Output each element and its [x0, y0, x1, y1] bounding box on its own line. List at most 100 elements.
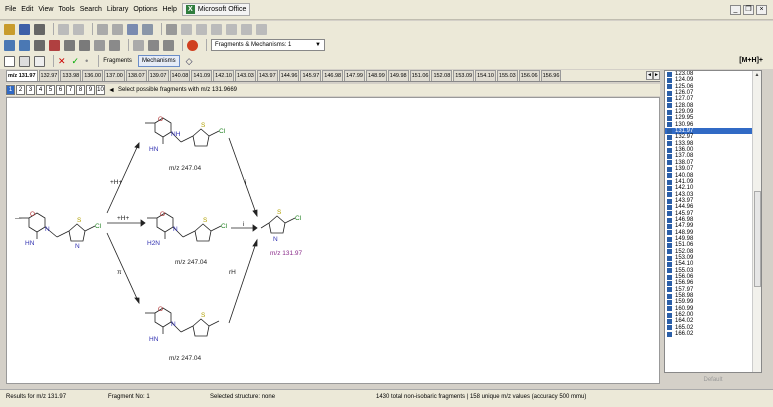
- tab-mz[interactable]: 137.00: [104, 70, 125, 81]
- fragment-number-button[interactable]: 8: [76, 85, 85, 95]
- scroll-up-icon[interactable]: ▲: [753, 71, 761, 79]
- tab-mz[interactable]: 141.09: [191, 70, 213, 81]
- layout-icon[interactable]: [148, 39, 159, 51]
- color-icon[interactable]: [187, 39, 198, 51]
- select-fragment-icon[interactable]: ◄: [108, 87, 115, 94]
- mz-list-scrollbar[interactable]: ▲: [752, 71, 761, 372]
- tab-mz[interactable]: 143.97: [256, 70, 278, 81]
- product-n-label: N: [273, 236, 278, 243]
- scroll-left-icon[interactable]: ◄: [646, 71, 653, 80]
- list-default-button[interactable]: Default: [664, 375, 762, 386]
- tab-mz[interactable]: 153.09: [453, 70, 475, 81]
- menu-help[interactable]: Help: [162, 6, 176, 13]
- report-icon[interactable]: [109, 39, 120, 51]
- arrowhead: [252, 224, 258, 232]
- library-icon[interactable]: [34, 39, 45, 51]
- zoom-fit-icon[interactable]: [211, 23, 222, 35]
- tab-mz[interactable]: 156.96: [540, 70, 562, 81]
- tab-mz[interactable]: 143.03: [234, 70, 256, 81]
- formula-icon[interactable]: [94, 39, 105, 51]
- table-view-icon[interactable]: [34, 55, 45, 67]
- paste-icon[interactable]: [127, 23, 138, 35]
- tab-mz[interactable]: 144.96: [278, 70, 300, 81]
- search-structure-icon[interactable]: [19, 39, 30, 51]
- zoom-in-icon[interactable]: [181, 23, 192, 35]
- tab-mz[interactable]: m/z 131.97: [6, 70, 38, 81]
- tab-mz[interactable]: 140.08: [169, 70, 191, 81]
- fragment-number-button[interactable]: 6: [56, 85, 65, 95]
- microsoft-office-button[interactable]: X Microsoft Office: [181, 3, 251, 16]
- tab-mz[interactable]: 156.06: [518, 70, 540, 81]
- checkmark-icon[interactable]: ✓: [72, 56, 80, 67]
- tab-mz[interactable]: 147.99: [344, 70, 365, 81]
- tab-mz[interactable]: 136.00: [82, 70, 104, 81]
- tab-mz[interactable]: 142.10: [213, 70, 234, 81]
- minimize-icon[interactable]: _: [730, 5, 741, 15]
- fragments-button[interactable]: Fragments: [103, 58, 132, 64]
- tool-icon[interactable]: [133, 39, 144, 51]
- tab-mz[interactable]: 154.10: [475, 70, 496, 81]
- top-cl-label: Cl: [219, 128, 226, 135]
- menu-edit[interactable]: Edit: [21, 6, 33, 13]
- menu-file[interactable]: File: [5, 6, 16, 13]
- fragment-number-button[interactable]: 2: [16, 85, 25, 95]
- fragment-number-button[interactable]: 3: [26, 85, 35, 95]
- fragment-number-button[interactable]: 10: [96, 85, 105, 95]
- toolbar-separator: [206, 39, 207, 51]
- print-icon[interactable]: [34, 23, 45, 35]
- tab-mz[interactable]: 145.97: [300, 70, 322, 81]
- tab-mz[interactable]: 132.97: [38, 70, 60, 81]
- grid-icon[interactable]: [163, 39, 174, 51]
- fragment-number-button[interactable]: 4: [36, 85, 45, 95]
- hand-icon[interactable]: [166, 23, 177, 35]
- undo-icon[interactable]: [58, 23, 69, 35]
- structure-icon[interactable]: [4, 39, 15, 51]
- tab-mz[interactable]: 146.98: [322, 70, 344, 81]
- menu-view[interactable]: View: [38, 6, 53, 13]
- mechanisms-button[interactable]: Mechanisms: [137, 55, 180, 67]
- delete-icon[interactable]: ✕: [58, 56, 66, 67]
- restore-icon[interactable]: ❐: [743, 5, 754, 15]
- fragment-number-button[interactable]: 5: [46, 85, 55, 95]
- tab-mz[interactable]: 139.07: [147, 70, 169, 81]
- zoom-area-icon[interactable]: [226, 23, 237, 35]
- list-view-icon[interactable]: [19, 55, 30, 67]
- clipboard-icon[interactable]: [142, 23, 153, 35]
- fragment-number-button[interactable]: 1: [6, 85, 15, 95]
- tab-mz[interactable]: 138.07: [125, 70, 147, 81]
- menu-options[interactable]: Options: [133, 6, 157, 13]
- mz-item-icon: [667, 122, 672, 128]
- copy-icon[interactable]: [112, 23, 123, 35]
- dot-icon[interactable]: •: [85, 56, 88, 66]
- tab-mz[interactable]: 148.99: [365, 70, 387, 81]
- fragments-mechanisms-select[interactable]: Fragments & Mechanisms: 1 ▼: [211, 39, 325, 51]
- open-icon[interactable]: [4, 23, 15, 35]
- menu-tools[interactable]: Tools: [58, 6, 74, 13]
- diamond-icon[interactable]: ◇: [186, 56, 193, 67]
- tab-mz[interactable]: 152.08: [431, 70, 453, 81]
- redo-icon[interactable]: [73, 23, 84, 35]
- reactant-ch2-bond: [56, 230, 70, 238]
- close-icon[interactable]: ×: [756, 5, 767, 15]
- mz-list-item[interactable]: 166.02: [665, 331, 761, 337]
- zoom-page-icon[interactable]: [256, 23, 267, 35]
- table-icon[interactable]: [64, 39, 75, 51]
- zoom-out-icon[interactable]: [196, 23, 207, 35]
- tab-mz[interactable]: 149.98: [387, 70, 409, 81]
- mz-item-icon: [667, 230, 672, 236]
- fragment-number-button[interactable]: 9: [86, 85, 95, 95]
- chart-icon[interactable]: [79, 39, 90, 51]
- menu-library[interactable]: Library: [107, 6, 128, 13]
- tab-mz[interactable]: 151.06: [409, 70, 431, 81]
- cut-icon[interactable]: [97, 23, 108, 35]
- fragment-number-button[interactable]: 7: [66, 85, 75, 95]
- tab-mz[interactable]: 133.98: [60, 70, 82, 81]
- tab-mz[interactable]: 155.03: [496, 70, 518, 81]
- save-icon[interactable]: [19, 23, 30, 35]
- menu-search[interactable]: Search: [80, 6, 102, 13]
- zoom-reset-icon[interactable]: [241, 23, 252, 35]
- panel-icon[interactable]: [4, 55, 15, 67]
- scroll-thumb[interactable]: [754, 191, 761, 287]
- scroll-right-icon[interactable]: ►: [653, 71, 660, 80]
- spectrum-icon[interactable]: [49, 39, 60, 51]
